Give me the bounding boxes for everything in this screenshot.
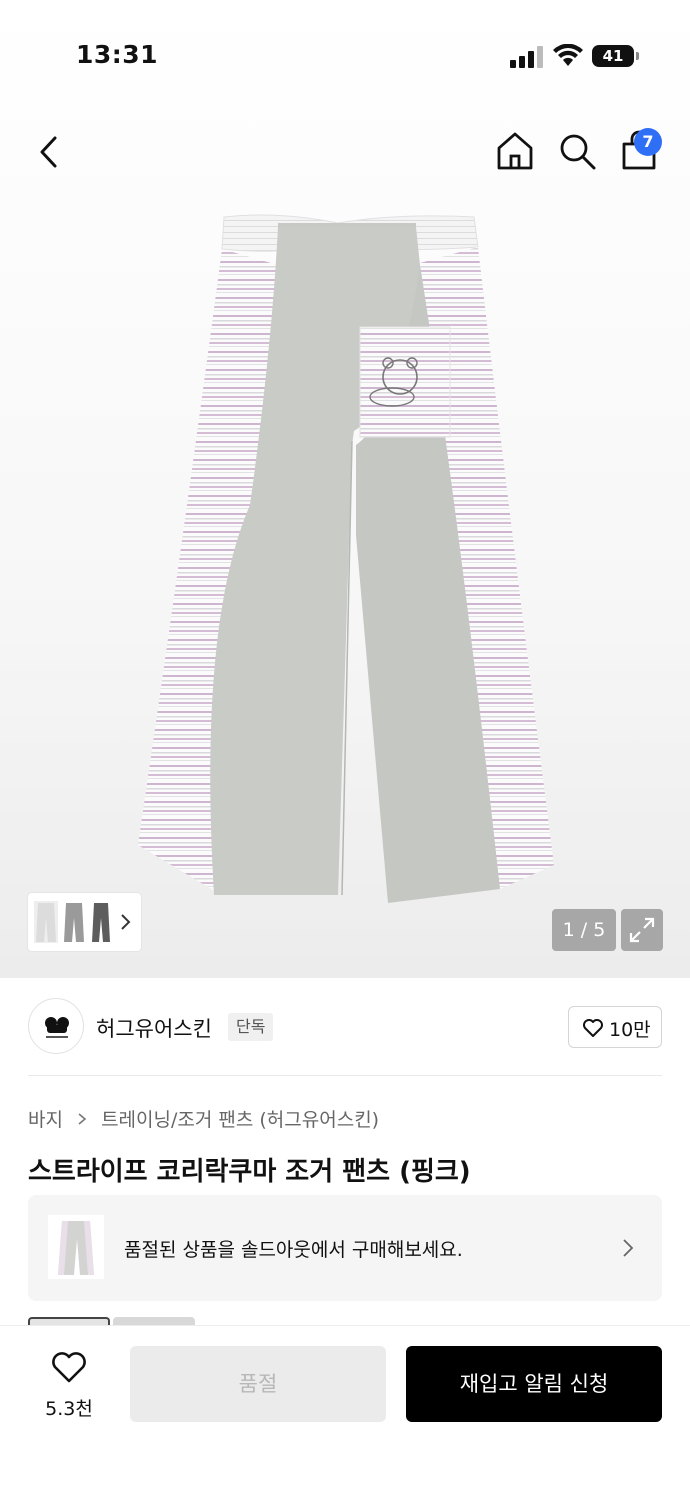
brand-like-button[interactable]: 10만 (568, 1006, 662, 1048)
fullscreen-button[interactable] (621, 909, 663, 951)
wifi-icon (553, 44, 583, 66)
restock-alert-button[interactable]: 재입고 알림 신청 (406, 1346, 662, 1422)
product-title: 스트라이프 코리락쿠마 조거 팬츠 (핑크) (28, 1157, 471, 1187)
heart-outline-icon (52, 1352, 86, 1383)
exclusive-tag: 단독 (228, 1013, 274, 1041)
heart-outline-icon (583, 1019, 603, 1037)
product-photo (138, 214, 554, 903)
breadcrumb-subcategory[interactable]: 트레이닝/조거 팬츠 (허그유어스킨) (101, 1109, 379, 1131)
cellular-signal-icon (510, 46, 544, 68)
expand-icon (629, 917, 655, 943)
soldout-button: 품절 (130, 1346, 386, 1422)
brand-logo[interactable] (28, 998, 84, 1054)
battery-icon: 41 (592, 45, 640, 69)
wishlist-button[interactable]: 5.3천 (28, 1346, 110, 1424)
brand-like-count: 10만 (609, 1019, 651, 1041)
image-page-counter: 1 / 5 (552, 909, 616, 951)
chevron-right-icon (623, 1239, 634, 1257)
bottom-action-bar: 5.3천 품절 재입고 알림 신청 (0, 1325, 690, 1500)
thumbnail-next-icon[interactable] (118, 912, 132, 932)
soldout-banner-text: 품절된 상품을 솔드아웃에서 구매해보세요. (124, 1239, 463, 1261)
brand-name[interactable]: 허그유어스킨 (96, 1013, 212, 1043)
cart-count-badge: 7 (634, 128, 662, 156)
soldout-resale-banner[interactable]: 품절된 상품을 솔드아웃에서 구매해보세요. (28, 1195, 662, 1301)
product-image-gallery[interactable]: 13:31 41 7 1 / 5 (0, 0, 690, 978)
status-bar: 13:31 41 (0, 0, 690, 110)
status-time: 13:31 (76, 40, 159, 69)
battery-level: 41 (602, 47, 624, 65)
back-arrow-icon[interactable] (30, 128, 70, 176)
brand-row: 허그유어스킨 단독 10만 (28, 998, 662, 1058)
product-thumbnail (48, 1215, 104, 1279)
thumbnail-images (34, 901, 110, 943)
search-icon[interactable] (556, 130, 598, 172)
home-icon[interactable] (494, 130, 536, 172)
breadcrumb-category[interactable]: 바지 (28, 1109, 63, 1131)
breadcrumb-chevron-icon (78, 1112, 87, 1125)
brand-logo-mark (45, 1017, 69, 1038)
divider (28, 1075, 662, 1076)
breadcrumb: 바지 트레이닝/조거 팬츠 (허그유어스킨) (28, 1105, 379, 1132)
wishlist-count: 5.3천 (45, 1398, 93, 1420)
